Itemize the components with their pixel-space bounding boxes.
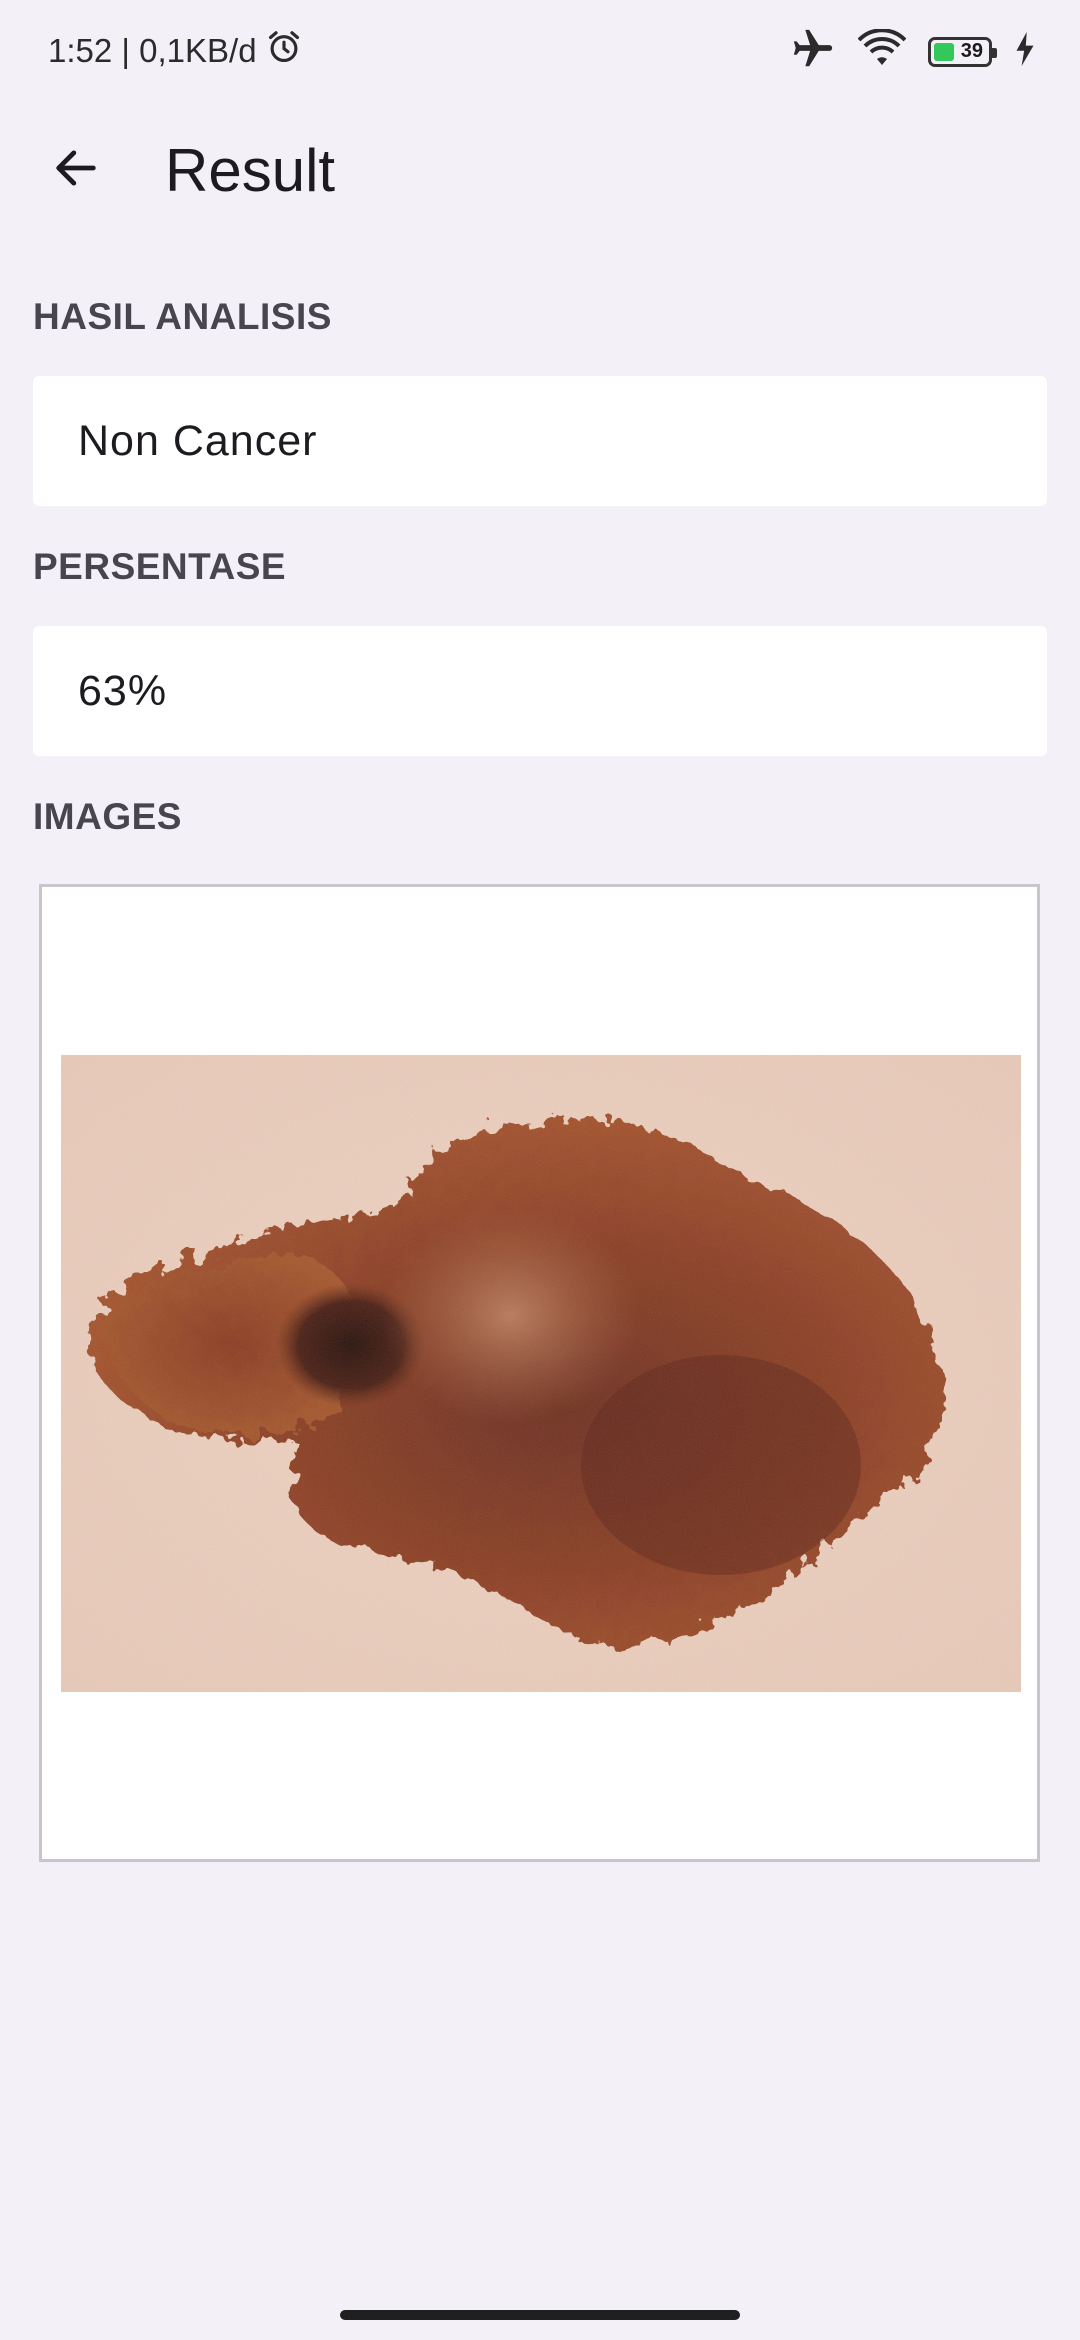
skin-lesion-image bbox=[61, 1055, 1021, 1692]
arrow-back-icon bbox=[50, 142, 102, 199]
image-preview-frame bbox=[39, 884, 1040, 1862]
percentage-field: 63% bbox=[33, 626, 1047, 756]
battery-level-text: 39 bbox=[960, 40, 983, 62]
percentage-label: PERSENTASE bbox=[33, 546, 287, 587]
home-indicator[interactable] bbox=[340, 2310, 740, 2320]
page-title: Result bbox=[165, 137, 336, 204]
analysis-result-field: Non Cancer bbox=[33, 376, 1047, 506]
percentage-value: 63% bbox=[78, 666, 168, 715]
battery-tip bbox=[992, 47, 997, 58]
images-label: IMAGES bbox=[33, 796, 182, 837]
status-bar: 1:52 | 0,1KB/d 39 bbox=[0, 0, 1080, 100]
status-time-speed: 1:52 | 0,1KB/d bbox=[48, 32, 257, 69]
result-screen: 1:52 | 0,1KB/d 39 Result HASIL ANALISIS … bbox=[0, 0, 1080, 2340]
back-button[interactable] bbox=[36, 130, 116, 210]
wifi-icon bbox=[857, 28, 907, 74]
app-bar: Result bbox=[0, 110, 1080, 230]
alarm-icon bbox=[265, 28, 303, 74]
analysis-label: HASIL ANALISIS bbox=[33, 296, 332, 337]
battery-icon: 39 bbox=[928, 36, 997, 67]
charging-bolt-icon bbox=[1014, 32, 1036, 71]
airplane-mode-icon bbox=[790, 26, 836, 77]
battery-fill bbox=[934, 42, 955, 61]
analysis-result-value: Non Cancer bbox=[78, 416, 318, 465]
status-left: 1:52 | 0,1KB/d bbox=[48, 28, 303, 74]
status-right: 39 bbox=[790, 26, 1036, 77]
